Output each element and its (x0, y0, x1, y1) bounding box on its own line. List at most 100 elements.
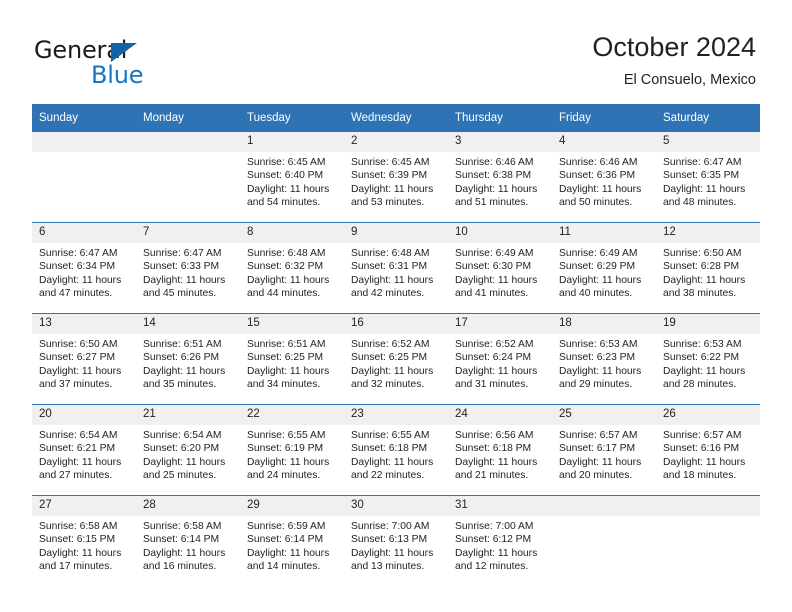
sunset-text: Sunset: 6:31 PM (351, 261, 428, 273)
sunrise-text: Sunrise: 6:57 AM (663, 430, 742, 441)
day-sun-info: Sunrise: 6:51 AM Sunset: 6:25 PM Daylight:… (240, 334, 344, 392)
general-blue-logo[interactable]: General Blue (34, 36, 214, 89)
calendar-day-cell[interactable]: 4 Sunrise: 6:46 AM Sunset: 6:36 PM Daylight… (552, 132, 656, 223)
daylight-text: Daylight: 11 hours and 32 minutes. (351, 365, 434, 391)
sunset-text: Sunset: 6:13 PM (351, 534, 428, 546)
day-sun-info: Sunrise: 6:58 AM Sunset: 6:14 PM Daylight:… (136, 516, 240, 574)
calendar-empty-cell (136, 132, 240, 223)
day-sun-info: Sunrise: 6:52 AM Sunset: 6:24 PM Daylight:… (448, 334, 552, 392)
day-number: 3 (448, 132, 552, 152)
daylight-text: Daylight: 11 hours and 17 minutes. (39, 547, 122, 573)
daylight-text: Daylight: 11 hours and 35 minutes. (143, 365, 226, 391)
calendar-day-cell[interactable]: 6 Sunrise: 6:47 AM Sunset: 6:34 PM Daylight… (32, 222, 136, 314)
day-sun-info: Sunrise: 6:46 AM Sunset: 6:38 PM Daylight:… (448, 152, 552, 210)
calendar-day-cell[interactable]: 5 Sunrise: 6:47 AM Sunset: 6:35 PM Daylight… (656, 132, 760, 223)
day-number: 7 (136, 223, 240, 243)
calendar-day-cell[interactable]: 28 Sunrise: 6:58 AM Sunset: 6:14 PM Dayligh… (136, 495, 240, 586)
sunset-text: Sunset: 6:27 PM (39, 352, 116, 364)
calendar-day-cell[interactable]: 22 Sunrise: 6:55 AM Sunset: 6:19 PM Dayligh… (240, 404, 344, 496)
calendar-day-cell[interactable]: 18 Sunrise: 6:53 AM Sunset: 6:23 PM Dayligh… (552, 313, 656, 405)
calendar-grid: Sunday Monday Tuesday Wednesday Thursday… (32, 104, 760, 586)
day-number: 21 (136, 405, 240, 425)
calendar-day-cell[interactable]: 11 Sunrise: 6:49 AM Sunset: 6:29 PM Dayligh… (552, 222, 656, 314)
calendar-day-cell[interactable]: 17 Sunrise: 6:52 AM Sunset: 6:24 PM Dayligh… (448, 313, 552, 405)
calendar-day-cell[interactable]: 9 Sunrise: 6:48 AM Sunset: 6:31 PM Daylight… (344, 222, 448, 314)
day-sun-info: Sunrise: 6:56 AM Sunset: 6:18 PM Daylight:… (448, 425, 552, 483)
calendar-day-cell[interactable]: 8 Sunrise: 6:48 AM Sunset: 6:32 PM Daylight… (240, 222, 344, 314)
day-number: 16 (344, 314, 448, 334)
calendar-day-cell[interactable]: 13 Sunrise: 6:50 AM Sunset: 6:27 PM Dayligh… (32, 313, 136, 405)
calendar-day-cell[interactable]: 23 Sunrise: 6:55 AM Sunset: 6:18 PM Dayligh… (344, 404, 448, 496)
calendar-week-row: 13 Sunrise: 6:50 AM Sunset: 6:27 PM Dayligh… (32, 313, 760, 405)
calendar-day-cell[interactable]: 30 Sunrise: 7:00 AM Sunset: 6:13 PM Dayligh… (344, 495, 448, 586)
sunrise-text: Sunrise: 6:53 AM (663, 339, 742, 350)
calendar-day-cell[interactable]: 10 Sunrise: 6:49 AM Sunset: 6:30 PM Dayligh… (448, 222, 552, 314)
daylight-text: Daylight: 11 hours and 13 minutes. (351, 547, 434, 573)
sunset-text: Sunset: 6:16 PM (663, 443, 740, 455)
day-number: 26 (656, 405, 760, 425)
day-sun-info: Sunrise: 7:00 AM Sunset: 6:12 PM Daylight:… (448, 516, 552, 574)
calendar-day-cell[interactable]: 12 Sunrise: 6:50 AM Sunset: 6:28 PM Dayligh… (656, 222, 760, 314)
sunset-text: Sunset: 6:18 PM (351, 443, 428, 455)
day-number: 17 (448, 314, 552, 334)
sunset-text: Sunset: 6:36 PM (559, 170, 636, 182)
sunrise-text: Sunrise: 6:49 AM (455, 248, 534, 259)
sunset-text: Sunset: 6:34 PM (39, 261, 116, 273)
calendar-day-cell[interactable]: 25 Sunrise: 6:57 AM Sunset: 6:17 PM Dayligh… (552, 404, 656, 496)
sunrise-text: Sunrise: 6:53 AM (559, 339, 638, 350)
calendar-week-row: 27 Sunrise: 6:58 AM Sunset: 6:15 PM Dayligh… (32, 495, 760, 586)
day-sun-info: Sunrise: 6:48 AM Sunset: 6:32 PM Daylight:… (240, 243, 344, 301)
day-number (32, 132, 136, 152)
sunrise-text: Sunrise: 6:47 AM (39, 248, 118, 259)
day-sun-info: Sunrise: 6:52 AM Sunset: 6:25 PM Daylight:… (344, 334, 448, 392)
day-number: 2 (344, 132, 448, 152)
calendar-day-cell[interactable]: 15 Sunrise: 6:51 AM Sunset: 6:25 PM Dayligh… (240, 313, 344, 405)
day-number: 8 (240, 223, 344, 243)
sunrise-text: Sunrise: 6:56 AM (455, 430, 534, 441)
calendar-day-cell[interactable]: 29 Sunrise: 6:59 AM Sunset: 6:14 PM Dayligh… (240, 495, 344, 586)
sunset-text: Sunset: 6:19 PM (247, 443, 324, 455)
calendar-day-cell[interactable]: 20 Sunrise: 6:54 AM Sunset: 6:21 PM Dayligh… (32, 404, 136, 496)
sunrise-text: Sunrise: 6:48 AM (247, 248, 326, 259)
day-number: 28 (136, 496, 240, 516)
sunset-text: Sunset: 6:29 PM (559, 261, 636, 273)
day-sun-info: Sunrise: 6:45 AM Sunset: 6:39 PM Daylight:… (344, 152, 448, 210)
calendar-day-cell[interactable]: 19 Sunrise: 6:53 AM Sunset: 6:22 PM Dayligh… (656, 313, 760, 405)
sunset-text: Sunset: 6:25 PM (351, 352, 428, 364)
calendar-day-cell[interactable]: 3 Sunrise: 6:46 AM Sunset: 6:38 PM Daylight… (448, 132, 552, 223)
calendar-day-cell[interactable]: 27 Sunrise: 6:58 AM Sunset: 6:15 PM Dayligh… (32, 495, 136, 586)
logo-word-blue: Blue (91, 61, 144, 89)
day-sun-info: Sunrise: 6:55 AM Sunset: 6:18 PM Daylight:… (344, 425, 448, 483)
calendar-day-cell[interactable]: 1 Sunrise: 6:45 AM Sunset: 6:40 PM Daylight… (240, 132, 344, 223)
daylight-text: Daylight: 11 hours and 50 minutes. (559, 183, 642, 209)
daylight-text: Daylight: 11 hours and 28 minutes. (663, 365, 746, 391)
calendar-body: 1 Sunrise: 6:45 AM Sunset: 6:40 PM Daylight… (32, 132, 760, 586)
calendar-day-cell[interactable]: 26 Sunrise: 6:57 AM Sunset: 6:16 PM Dayligh… (656, 404, 760, 496)
sunset-text: Sunset: 6:15 PM (39, 534, 116, 546)
day-sun-info: Sunrise: 6:57 AM Sunset: 6:16 PM Daylight:… (656, 425, 760, 483)
weekday-header-friday: Friday (552, 104, 656, 132)
daylight-text: Daylight: 11 hours and 38 minutes. (663, 274, 746, 300)
weekday-header-tuesday: Tuesday (240, 104, 344, 132)
daylight-text: Daylight: 11 hours and 29 minutes. (559, 365, 642, 391)
sunrise-text: Sunrise: 6:50 AM (663, 248, 742, 259)
day-number: 23 (344, 405, 448, 425)
calendar-day-cell[interactable]: 21 Sunrise: 6:54 AM Sunset: 6:20 PM Dayligh… (136, 404, 240, 496)
calendar-day-cell[interactable]: 2 Sunrise: 6:45 AM Sunset: 6:39 PM Daylight… (344, 132, 448, 223)
calendar-day-cell[interactable]: 24 Sunrise: 6:56 AM Sunset: 6:18 PM Dayligh… (448, 404, 552, 496)
day-number: 10 (448, 223, 552, 243)
sunset-text: Sunset: 6:38 PM (455, 170, 532, 182)
daylight-text: Daylight: 11 hours and 42 minutes. (351, 274, 434, 300)
day-sun-info: Sunrise: 6:49 AM Sunset: 6:29 PM Daylight:… (552, 243, 656, 301)
daylight-text: Daylight: 11 hours and 51 minutes. (455, 183, 538, 209)
day-number: 27 (32, 496, 136, 516)
sunrise-text: Sunrise: 6:50 AM (39, 339, 118, 350)
daylight-text: Daylight: 11 hours and 14 minutes. (247, 547, 330, 573)
day-number (656, 496, 760, 516)
calendar-day-cell[interactable]: 14 Sunrise: 6:51 AM Sunset: 6:26 PM Dayligh… (136, 313, 240, 405)
calendar-day-cell[interactable]: 16 Sunrise: 6:52 AM Sunset: 6:25 PM Dayligh… (344, 313, 448, 405)
day-number: 15 (240, 314, 344, 334)
sunrise-text: Sunrise: 6:54 AM (39, 430, 118, 441)
calendar-day-cell[interactable]: 31 Sunrise: 7:00 AM Sunset: 6:12 PM Dayligh… (448, 495, 552, 586)
calendar-day-cell[interactable]: 7 Sunrise: 6:47 AM Sunset: 6:33 PM Daylight… (136, 222, 240, 314)
